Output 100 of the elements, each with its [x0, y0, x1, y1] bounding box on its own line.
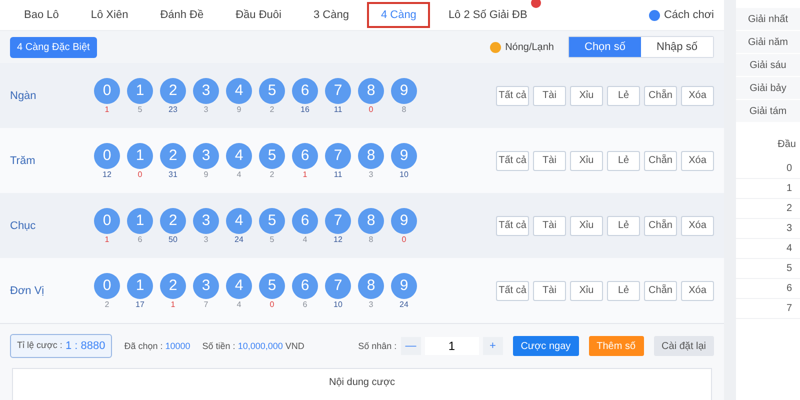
- number-ball[interactable]: 2: [160, 142, 186, 168]
- number-ball[interactable]: 1: [127, 208, 153, 234]
- quick-select-button[interactable]: Tài: [533, 216, 566, 236]
- number-ball[interactable]: 8: [358, 272, 384, 298]
- number-ball[interactable]: 8: [358, 208, 384, 234]
- quick-select-button[interactable]: Lẻ: [607, 86, 640, 106]
- quick-select-button[interactable]: Xỉu: [570, 280, 603, 300]
- number-ball[interactable]: 7: [325, 142, 351, 168]
- table-cell: 2: [736, 199, 800, 219]
- quick-select-button[interactable]: Xóa: [681, 280, 714, 300]
- count-label: 24: [234, 234, 244, 244]
- mode-tab[interactable]: Nhập số: [641, 37, 713, 57]
- number-ball[interactable]: 6: [292, 78, 318, 104]
- count-label: 8: [368, 234, 374, 244]
- number-ball[interactable]: 8: [358, 78, 384, 104]
- number-ball[interactable]: 7: [325, 208, 351, 234]
- quick-select-button[interactable]: Xóa: [681, 150, 714, 170]
- number-ball[interactable]: 9: [391, 208, 417, 234]
- number-ball[interactable]: 2: [160, 208, 186, 234]
- quick-select-button[interactable]: Chẵn: [644, 86, 677, 106]
- number-ball[interactable]: 0: [94, 142, 120, 168]
- bet-now-button[interactable]: Cược ngay: [512, 336, 579, 356]
- table-cell: 5: [736, 259, 800, 279]
- count-label: 12: [102, 170, 112, 178]
- game-tab[interactable]: Bao Lô: [10, 2, 73, 28]
- help-link[interactable]: Cách chơi: [664, 9, 714, 21]
- increase-button[interactable]: +: [482, 337, 503, 355]
- number-ball[interactable]: 9: [391, 272, 417, 298]
- number-ball[interactable]: 3: [193, 272, 219, 298]
- number-ball[interactable]: 5: [259, 272, 285, 298]
- quick-select-button[interactable]: Lẻ: [607, 150, 640, 170]
- prize-label: Giải bảy: [736, 77, 800, 100]
- quick-select-button[interactable]: Xóa: [681, 216, 714, 236]
- quick-select-button[interactable]: Tất cả: [496, 216, 529, 236]
- count-label: 16: [300, 104, 310, 114]
- subtype-button[interactable]: 4 Càng Đặc Biệt: [10, 36, 97, 58]
- quick-select-button[interactable]: Chẵn: [644, 280, 677, 300]
- number-ball[interactable]: 4: [226, 142, 252, 168]
- number-ball[interactable]: 6: [292, 272, 318, 298]
- number-ball[interactable]: 5: [259, 78, 285, 104]
- game-tab[interactable]: 3 Càng: [299, 2, 363, 28]
- quick-select-button[interactable]: Tài: [533, 280, 566, 300]
- number-ball[interactable]: 3: [193, 208, 219, 234]
- number-ball[interactable]: 0: [94, 208, 120, 234]
- number-ball[interactable]: 3: [193, 142, 219, 168]
- mode-tab[interactable]: Chọn số: [569, 37, 641, 57]
- number-ball[interactable]: 5: [259, 142, 285, 168]
- quick-select-button[interactable]: Tài: [533, 86, 566, 106]
- quick-select-button[interactable]: Lẻ: [607, 280, 640, 300]
- number-ball[interactable]: 1: [127, 272, 153, 298]
- quick-select-button[interactable]: Xóa: [681, 86, 714, 106]
- number-ball[interactable]: 6: [292, 208, 318, 234]
- quick-select-button[interactable]: Tất cả: [496, 280, 529, 300]
- row-label: Trăm: [10, 154, 36, 166]
- count-label: 1: [104, 234, 110, 244]
- number-ball[interactable]: 9: [391, 78, 417, 104]
- number-ball[interactable]: 4: [226, 272, 252, 298]
- game-tab[interactable]: Lô 2 Số Giải ĐB: [434, 2, 542, 28]
- quick-select-button[interactable]: Tất cả: [496, 150, 529, 170]
- prize-label: Giải nhất: [736, 8, 800, 31]
- count-label: 9: [204, 170, 208, 178]
- number-ball[interactable]: 6: [292, 142, 318, 168]
- number-ball[interactable]: 2: [160, 272, 186, 298]
- bet-amount: Số tiền : 10,000,000 VND: [202, 341, 304, 351]
- game-tab[interactable]: Đánh Đề: [146, 2, 218, 28]
- game-tab[interactable]: 4 Càng: [366, 2, 430, 28]
- number-ball[interactable]: 4: [226, 78, 252, 104]
- number-ball[interactable]: 0: [94, 272, 120, 298]
- hot-cold-link[interactable]: Nóng/Lạnh: [505, 42, 554, 52]
- game-tab[interactable]: Lô Xiên: [76, 2, 142, 28]
- count-label: 1: [104, 104, 110, 114]
- multiplier-field[interactable]: 1: [424, 337, 479, 355]
- decrease-button[interactable]: —: [400, 337, 421, 355]
- prize-label: Giải năm: [736, 31, 800, 54]
- number-ball[interactable]: 7: [325, 78, 351, 104]
- quick-select-button[interactable]: Xỉu: [570, 86, 603, 106]
- quick-select-button[interactable]: Tài: [533, 150, 566, 170]
- number-ball[interactable]: 4: [226, 208, 252, 234]
- number-ball[interactable]: 2: [160, 78, 186, 104]
- quick-select-button[interactable]: Chẵn: [644, 216, 677, 236]
- number-ball[interactable]: 7: [325, 272, 351, 298]
- quick-select-button[interactable]: Xỉu: [570, 216, 603, 236]
- count-label: 11: [334, 170, 342, 178]
- quick-select-button[interactable]: Xỉu: [570, 150, 603, 170]
- quick-select-button[interactable]: Tất cả: [496, 86, 529, 106]
- game-tab[interactable]: Đầu Đuôi: [222, 2, 296, 28]
- count-label: 5: [138, 104, 142, 114]
- quick-select-button[interactable]: Lẻ: [607, 216, 640, 236]
- number-ball[interactable]: 1: [127, 142, 153, 168]
- count-label: 3: [368, 300, 374, 308]
- number-ball[interactable]: 5: [259, 208, 285, 234]
- reset-button[interactable]: Cài đặt lại: [654, 336, 714, 356]
- number-ball[interactable]: 9: [391, 142, 417, 168]
- number-ball[interactable]: 3: [193, 78, 219, 104]
- table-header: Nội dung cược: [12, 368, 712, 400]
- number-ball[interactable]: 0: [94, 78, 120, 104]
- add-number-button[interactable]: Thêm số: [588, 336, 644, 356]
- number-ball[interactable]: 1: [127, 78, 153, 104]
- quick-select-button[interactable]: Chẵn: [644, 150, 677, 170]
- number-ball[interactable]: 8: [358, 142, 384, 168]
